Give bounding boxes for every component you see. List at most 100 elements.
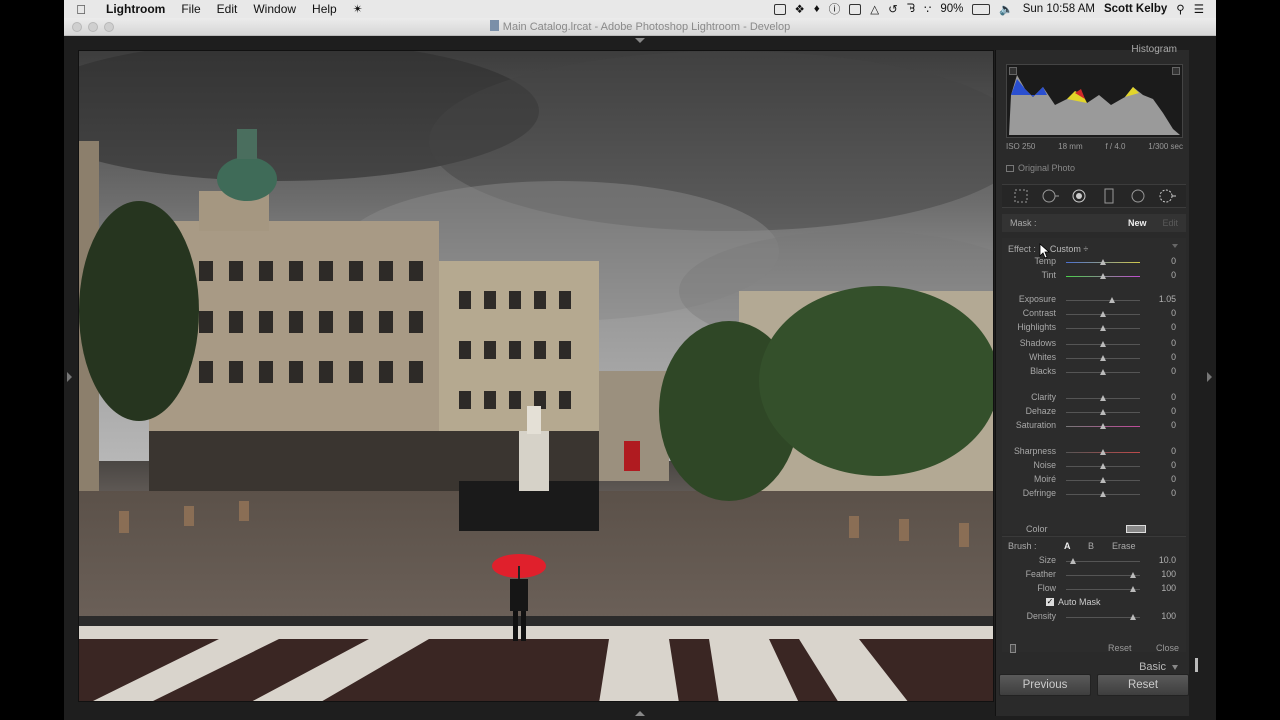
original-photo-checkbox[interactable] [1006,164,1014,172]
menu-file[interactable]: File [173,2,208,16]
saturation-value[interactable]: 0 [1171,420,1176,430]
moir-thumb[interactable] [1100,477,1106,483]
camera-icon[interactable] [773,3,786,15]
brush-feather-slider[interactable]: Feather 100 [1002,569,1186,582]
footer-reset-button[interactable]: Reset [1108,643,1132,653]
brush-size-slider[interactable]: Size 10.0 [1002,555,1186,568]
minimize-window-button[interactable] [88,22,98,32]
sharpness-slider[interactable]: Sharpness 0 [1002,446,1186,459]
saturation-slider[interactable]: Saturation 0 [1002,420,1186,433]
defringe-value[interactable]: 0 [1171,488,1176,498]
app-menu[interactable]: Lightroom [98,2,173,16]
flow-track[interactable] [1066,589,1140,590]
exposure-thumb[interactable] [1108,297,1115,303]
user-name[interactable]: Scott Kelby [1104,3,1167,15]
size-thumb[interactable] [1070,558,1076,564]
notification-icon[interactable]: ☰ [1194,2,1204,16]
noise-thumb[interactable] [1100,463,1106,469]
auto-mask-checkbox[interactable]: ✓ [1046,598,1054,606]
temp-value[interactable]: 0 [1171,256,1176,266]
blacks-slider[interactable]: Blacks 0 [1002,366,1186,379]
sharpness-value[interactable]: 0 [1171,446,1176,456]
noise-value[interactable]: 0 [1171,460,1176,470]
volume-icon[interactable]: 🔈 [999,2,1013,16]
effect-preset-dropdown[interactable]: Custom ÷ [1050,244,1088,254]
highlight-clipping-icon[interactable] [1172,67,1180,75]
brush-b-button[interactable]: B [1088,541,1094,551]
temp-slider[interactable]: Temp 0 [1002,256,1186,269]
red-eye-tool-icon[interactable] [1070,187,1088,205]
original-photo-toggle[interactable]: Original Photo [1006,163,1075,173]
clarity-value[interactable]: 0 [1171,392,1176,402]
noise-slider[interactable]: Noise 0 [1002,460,1186,473]
apple-menu-icon[interactable]:  [64,2,98,17]
density-track[interactable] [1066,617,1140,618]
screen-icon[interactable] [849,3,862,15]
blacks-value[interactable]: 0 [1171,366,1176,376]
adjustment-brush-icon[interactable] [1158,187,1177,205]
whites-value[interactable]: 0 [1171,352,1176,362]
time-machine-icon[interactable]: ↺ [888,2,898,16]
clock[interactable]: Sun 10:58 AM [1023,3,1095,15]
shadows-slider[interactable]: Shadows 0 [1002,338,1186,351]
tint-value[interactable]: 0 [1171,270,1176,280]
contrast-value[interactable]: 0 [1171,308,1176,318]
radial-filter-icon[interactable] [1129,187,1147,205]
menu-window[interactable]: Window [245,2,304,16]
saturation-thumb[interactable] [1100,423,1106,429]
previous-button[interactable]: Previous [999,674,1091,696]
histogram-header[interactable]: Histogram [1131,44,1177,55]
zoom-window-button[interactable] [104,22,114,32]
defringe-slider[interactable]: Defringe 0 [1002,488,1186,501]
brush-density-slider[interactable]: Density 100 [1002,611,1186,624]
menu-help[interactable]: Help [304,2,345,16]
shadows-value[interactable]: 0 [1171,338,1176,348]
density-value[interactable]: 100 [1161,611,1176,621]
flow-thumb[interactable] [1130,586,1136,592]
wifi-icon[interactable]: ∵ [924,2,931,16]
dehaze-value[interactable]: 0 [1171,406,1176,416]
battery-icon[interactable] [972,3,991,15]
left-panel-toggle-icon[interactable] [67,372,72,382]
size-track[interactable] [1066,561,1140,562]
info-icon[interactable]: ⓘ [829,1,841,17]
exposure-slider[interactable]: Exposure 1.05 [1002,294,1186,307]
temp-thumb[interactable] [1100,259,1106,265]
moir-value[interactable]: 0 [1171,474,1176,484]
tint-thumb[interactable] [1100,273,1106,279]
feather-thumb[interactable] [1130,572,1136,578]
whites-slider[interactable]: Whites 0 [1002,352,1186,365]
size-value[interactable]: 10.0 [1159,555,1176,565]
airplay-icon[interactable]: △ [870,2,879,16]
feather-value[interactable]: 100 [1161,569,1176,579]
tint-slider[interactable]: Tint 0 [1002,270,1186,283]
moir-slider[interactable]: Moiré 0 [1002,474,1186,487]
highlights-thumb[interactable] [1100,325,1106,331]
right-panel-toggle-icon[interactable] [1207,372,1212,382]
top-panel-toggle-icon[interactable] [635,38,645,43]
color-swatch[interactable] [1126,525,1146,533]
photo-preview[interactable] [78,50,994,702]
battery-percent[interactable]: 90% [940,3,963,15]
collapse-effect-icon[interactable] [1172,244,1178,248]
contrast-slider[interactable]: Contrast 0 [1002,308,1186,321]
bluetooth-icon[interactable]: ᘋ [907,3,915,16]
evernote-icon[interactable]: ♦ [814,3,820,15]
shadow-clipping-icon[interactable] [1009,67,1017,75]
brush-a-button[interactable]: A [1064,541,1071,551]
brush-erase-button[interactable]: Erase [1112,541,1136,551]
panel-scrollbar[interactable] [1195,658,1198,672]
dropbox-icon[interactable]: ❖ [795,2,805,16]
close-window-button[interactable] [72,22,82,32]
contrast-thumb[interactable] [1100,311,1106,317]
defringe-thumb[interactable] [1100,491,1106,497]
highlights-slider[interactable]: Highlights 0 [1002,322,1186,335]
density-thumb[interactable] [1130,614,1136,620]
script-icon[interactable]: ✴ [345,2,371,16]
basic-expand-icon[interactable] [1172,665,1178,670]
sharpness-thumb[interactable] [1100,449,1106,455]
flow-value[interactable]: 100 [1161,583,1176,593]
brush-flow-slider[interactable]: Flow 100 [1002,583,1186,596]
highlights-value[interactable]: 0 [1171,322,1176,332]
shadows-thumb[interactable] [1100,341,1106,347]
